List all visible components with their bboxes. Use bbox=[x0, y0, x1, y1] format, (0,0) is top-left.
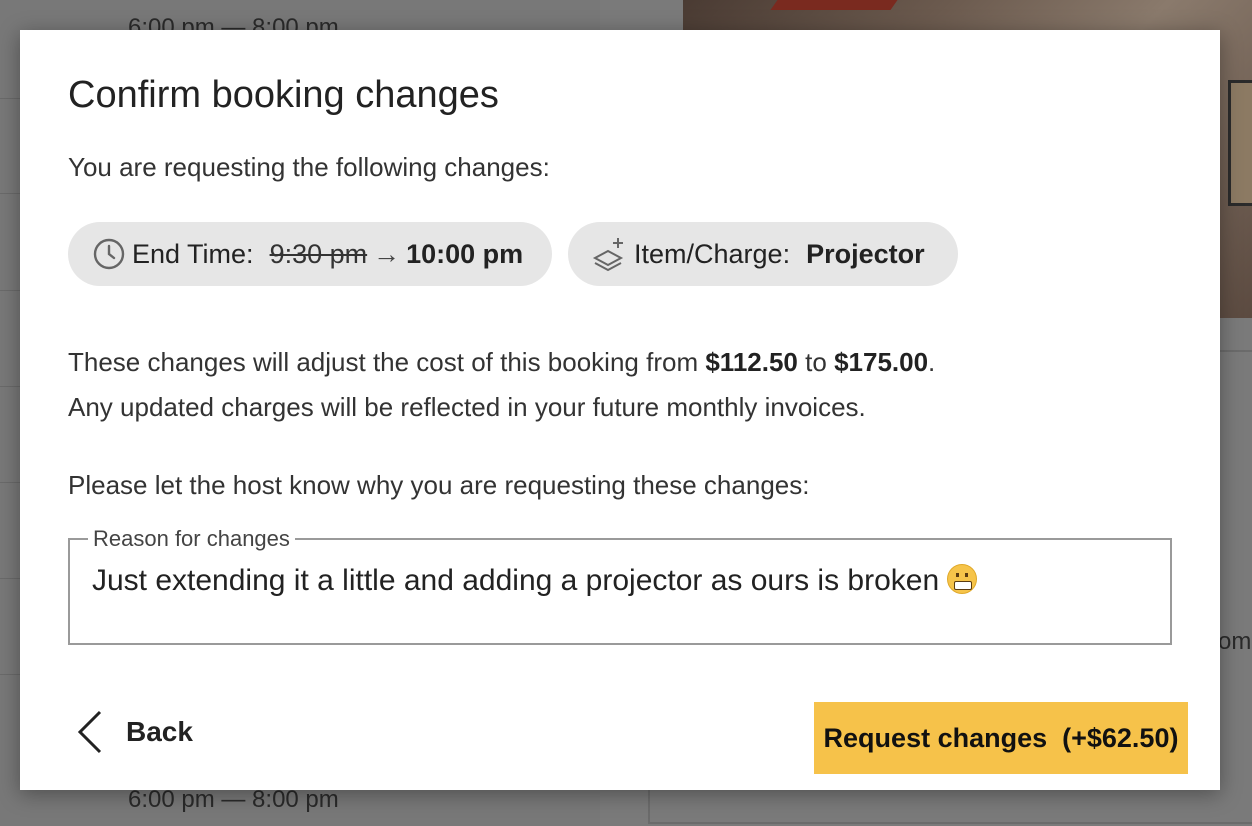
reason-prompt: Please let the host know why you are req… bbox=[68, 470, 810, 500]
old-value: 9:30 pm bbox=[269, 238, 368, 269]
back-label: Back bbox=[126, 716, 193, 747]
request-changes-label: Request changes (+$62.50) bbox=[823, 722, 1179, 753]
reason-text: Just extending it a little and adding a … bbox=[92, 564, 940, 597]
cost-from: $112.50 bbox=[705, 347, 798, 377]
cost-summary: These changes will adjust the cost of th… bbox=[68, 340, 935, 430]
arrow-right-icon: → bbox=[373, 238, 401, 269]
cost-middle: to bbox=[805, 347, 827, 377]
reason-field-label: Reason for changes bbox=[88, 526, 295, 552]
dialog-subtitle: You are requesting the following changes… bbox=[68, 152, 550, 182]
change-label: End Time: bbox=[132, 238, 254, 269]
clock-icon bbox=[93, 238, 125, 270]
background-text-fragment: om bbox=[1218, 628, 1252, 655]
reason-input[interactable]: Just extending it a little and adding a … bbox=[92, 564, 978, 598]
cost-suffix: . bbox=[928, 347, 936, 377]
grimacing-emoji-icon bbox=[947, 564, 978, 594]
background-time-slot: 6:00 pm — 8:00 pm bbox=[128, 786, 339, 813]
chevron-left-icon bbox=[77, 710, 102, 754]
new-value: 10:00 pm bbox=[406, 238, 524, 269]
venue-photo-frame bbox=[1228, 80, 1252, 206]
back-button[interactable]: Back bbox=[76, 710, 193, 754]
change-chip-end-time: End Time: 9:30 pm → 10:00 pm bbox=[68, 222, 552, 286]
layers-add-icon bbox=[592, 238, 624, 272]
dialog-title: Confirm booking changes bbox=[68, 74, 499, 116]
new-value: Projector bbox=[806, 238, 925, 269]
confirm-changes-dialog: Confirm booking changes You are requesti… bbox=[20, 30, 1220, 790]
cost-to: $175.00 bbox=[834, 347, 929, 377]
cost-note: Any updated charges will be reflected in… bbox=[68, 392, 866, 422]
reason-field[interactable]: Reason for changes Just extending it a l… bbox=[68, 526, 1172, 645]
cost-prefix: These changes will adjust the cost of th… bbox=[68, 347, 699, 377]
change-chip-item-charge: Item/Charge: Projector bbox=[568, 222, 958, 286]
change-label: Item/Charge: bbox=[634, 238, 791, 269]
request-changes-button[interactable]: Request changes (+$62.50) bbox=[814, 702, 1188, 774]
